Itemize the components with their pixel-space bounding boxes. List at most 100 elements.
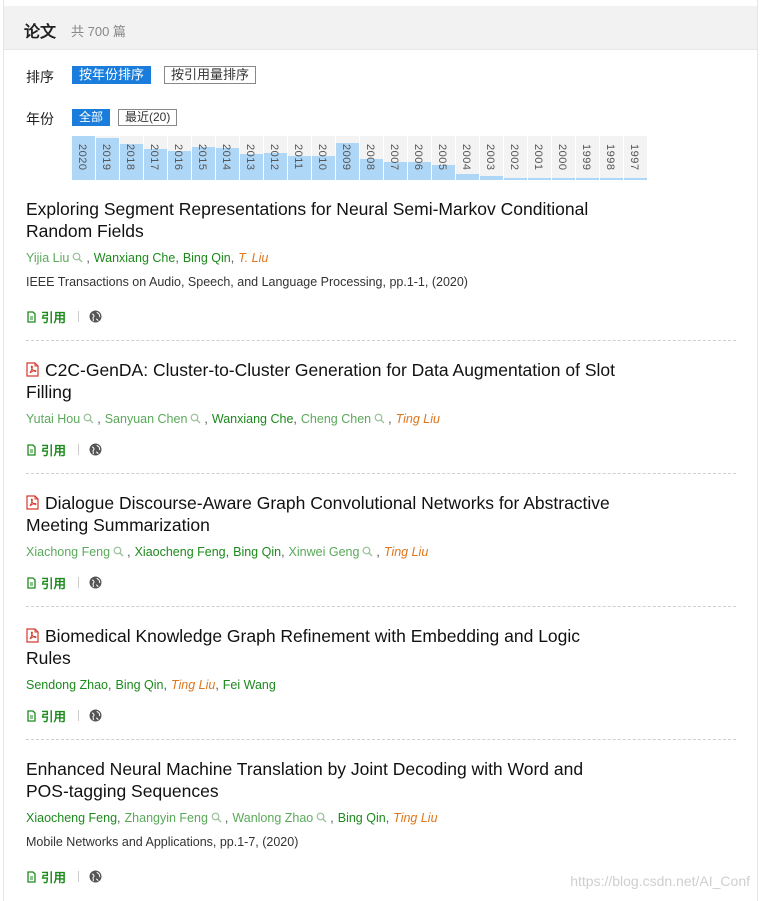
pdf-icon[interactable]: [26, 360, 39, 377]
year-all-button[interactable]: 全部: [72, 109, 111, 126]
globe-icon[interactable]: [89, 576, 102, 589]
year-bar-2015[interactable]: 2015: [192, 136, 215, 180]
year-bar-1997[interactable]: 1997: [624, 136, 647, 180]
paper-divider: [26, 739, 736, 740]
paper-title-link[interactable]: Enhanced Neural Machine Translation by J…: [26, 758, 626, 802]
author-link[interactable]: Xiaocheng Feng: [26, 811, 117, 825]
year-bar-2008[interactable]: 2008: [360, 136, 383, 180]
search-icon[interactable]: [190, 413, 201, 424]
year-bar-baseline: [552, 178, 575, 180]
year-bar-2002[interactable]: 2002: [504, 136, 527, 180]
year-bar-label: 2019: [100, 144, 112, 171]
year-bar-2018[interactable]: 2018: [120, 136, 143, 180]
globe-icon[interactable]: [89, 310, 102, 323]
year-bar-label: 2012: [268, 144, 280, 171]
search-icon[interactable]: [113, 546, 124, 557]
year-bar-2019[interactable]: 2019: [96, 136, 119, 180]
year-bar-2007[interactable]: 2007: [384, 136, 407, 180]
author-separator: ,: [204, 412, 208, 426]
year-bar-2012[interactable]: 2012: [264, 136, 287, 180]
cite-icon[interactable]: [26, 310, 37, 323]
paper-title-link[interactable]: C2C-GenDA: Cluster-to-Cluster Generation…: [26, 359, 626, 403]
cite-icon[interactable]: [26, 709, 37, 722]
year-bar-2011[interactable]: 2011: [288, 136, 311, 180]
author-link[interactable]: Bing Qin: [233, 545, 281, 559]
paper-title-link[interactable]: Dialogue Discourse-Aware Graph Convoluti…: [26, 492, 626, 536]
year-recent-button[interactable]: 最近(20): [118, 109, 178, 126]
year-bar-2005[interactable]: 2005: [432, 136, 455, 180]
year-bar-1998[interactable]: 1998: [600, 136, 623, 180]
pdf-icon[interactable]: [26, 626, 39, 643]
year-bar-2001[interactable]: 2001: [528, 136, 551, 180]
year-bar-2000[interactable]: 2000: [552, 136, 575, 180]
year-bar-2016[interactable]: 2016: [168, 136, 191, 180]
year-bar-2010[interactable]: 2010: [312, 136, 335, 180]
author-link[interactable]: Zhangyin Feng: [125, 811, 208, 825]
watermark: https://blog.csdn.net/AI_Conf: [570, 873, 750, 889]
search-icon[interactable]: [72, 252, 83, 263]
author-link[interactable]: Bing Qin: [338, 811, 386, 825]
year-bar-2013[interactable]: 2013: [240, 136, 263, 180]
author-link[interactable]: Xiachong Feng: [26, 545, 110, 559]
author-separator: ,: [330, 811, 334, 825]
author-separator: ,: [175, 251, 179, 265]
year-bar-2017[interactable]: 2017: [144, 136, 167, 180]
cite-button[interactable]: 引用: [41, 573, 66, 592]
cite-icon[interactable]: [26, 870, 37, 883]
author-link[interactable]: Ting Liu: [384, 545, 428, 559]
globe-icon[interactable]: [89, 709, 102, 722]
year-bar-2014[interactable]: 2014: [216, 136, 239, 180]
author-separator: ,: [86, 251, 90, 265]
author-link[interactable]: Yijia Liu: [26, 251, 69, 265]
author-link[interactable]: Wanlong Zhao: [232, 811, 313, 825]
search-icon[interactable]: [211, 812, 222, 823]
action-divider: [78, 871, 80, 882]
year-bar-2006[interactable]: 2006: [408, 136, 431, 180]
year-bar-2020[interactable]: 2020: [72, 136, 95, 180]
search-icon[interactable]: [362, 546, 373, 557]
author-separator: ,: [108, 678, 112, 692]
cite-button[interactable]: 引用: [41, 440, 66, 459]
author-link[interactable]: Ting Liu: [393, 811, 437, 825]
author-link[interactable]: Cheng Chen: [301, 412, 371, 426]
author-separator: ,: [281, 545, 285, 559]
author-link[interactable]: T. Liu: [238, 251, 268, 265]
cite-button[interactable]: 引用: [41, 706, 66, 725]
pdf-icon[interactable]: [26, 493, 39, 510]
year-bar-2004[interactable]: 2004: [456, 136, 479, 180]
cite-icon[interactable]: [26, 576, 37, 589]
paper-count: 共 700 篇: [71, 24, 126, 39]
search-icon[interactable]: [374, 413, 385, 424]
cite-icon[interactable]: [26, 443, 37, 456]
section-title: 论文: [24, 24, 57, 41]
author-link[interactable]: Wanxiang Che: [212, 412, 294, 426]
year-bar-baseline: [624, 178, 647, 180]
year-bar-label: 2020: [76, 144, 88, 171]
paper-title-link[interactable]: Biomedical Knowledge Graph Refinement wi…: [26, 625, 626, 669]
globe-icon[interactable]: [89, 443, 102, 456]
author-link[interactable]: Fei Wang: [223, 678, 276, 692]
sort-by-citation-button[interactable]: 按引用量排序: [164, 66, 257, 84]
author-link[interactable]: Ting Liu: [171, 678, 215, 692]
search-icon[interactable]: [83, 413, 94, 424]
paper-title-link[interactable]: Exploring Segment Representations for Ne…: [26, 198, 626, 242]
globe-icon[interactable]: [89, 870, 102, 883]
search-icon[interactable]: [316, 812, 327, 823]
cite-button[interactable]: 引用: [41, 307, 66, 326]
sort-by-year-button[interactable]: 按年份排序: [72, 66, 152, 84]
year-bar-1999[interactable]: 1999: [576, 136, 599, 180]
paper-actions: 引用: [26, 867, 102, 886]
author-link[interactable]: Bing Qin: [116, 678, 164, 692]
author-link[interactable]: Sanyuan Chen: [105, 412, 188, 426]
author-separator: ,: [224, 811, 229, 825]
author-link[interactable]: Ting Liu: [396, 412, 440, 426]
author-link[interactable]: Bing Qin: [183, 251, 231, 265]
year-bar-2009[interactable]: 2009: [336, 136, 359, 180]
cite-button[interactable]: 引用: [41, 867, 66, 886]
author-link[interactable]: Sendong Zhao: [26, 678, 108, 692]
year-bar-2003[interactable]: 2003: [480, 136, 503, 180]
author-link[interactable]: Xinwei Geng: [289, 545, 360, 559]
author-link[interactable]: Yutai Hou: [26, 412, 80, 426]
author-link[interactable]: Wanxiang Che: [94, 251, 176, 265]
author-link[interactable]: Xiaocheng Feng: [135, 545, 226, 559]
